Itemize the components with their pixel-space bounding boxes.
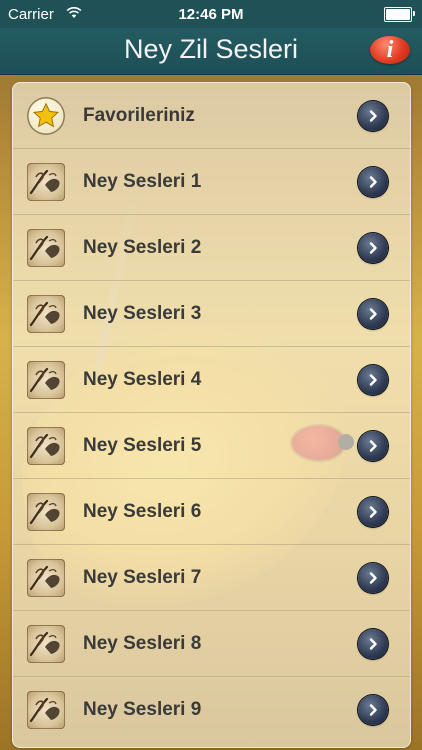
- list-item[interactable]: Ney Sesleri 1: [13, 149, 410, 215]
- list-item[interactable]: Ney Sesleri 9: [13, 677, 410, 742]
- chevron-right-icon[interactable]: [358, 629, 388, 659]
- status-time: 12:46 PM: [178, 6, 244, 23]
- chevron-right-icon[interactable]: [358, 497, 388, 527]
- chevron-right-icon[interactable]: [358, 365, 388, 395]
- list-item-label: Ney Sesleri 4: [83, 369, 202, 390]
- list-item-favorites[interactable]: Favorileriniz: [13, 83, 410, 149]
- ney-player-icon: [27, 691, 65, 729]
- chevron-right-icon[interactable]: [358, 299, 388, 329]
- list-item-label: Ney Sesleri 9: [83, 699, 202, 720]
- list-item-label: Ney Sesleri 2: [83, 237, 202, 258]
- navigation-bar: Ney Zil Sesleri i: [0, 28, 422, 75]
- ney-player-icon: [27, 229, 65, 267]
- star-icon: [27, 97, 65, 135]
- list-item-label: Ney Sesleri 1: [83, 171, 202, 192]
- chevron-right-icon[interactable]: [358, 695, 388, 725]
- list-item[interactable]: Ney Sesleri 3: [13, 281, 410, 347]
- list-item-label: Favorileriniz: [83, 105, 195, 126]
- sound-list: Favorileriniz Ney Sesleri 1 Ney Sesleri 2 N…: [12, 82, 411, 748]
- ney-player-icon: [27, 163, 65, 201]
- list-item[interactable]: Ney Sesleri 6: [13, 479, 410, 545]
- ney-player-icon: [27, 427, 65, 465]
- ney-player-icon: [27, 493, 65, 531]
- ney-player-icon: [27, 361, 65, 399]
- list-item[interactable]: Ney Sesleri 4: [13, 347, 410, 413]
- chevron-right-icon[interactable]: [358, 431, 388, 461]
- list-item[interactable]: Ney Sesleri 5: [13, 413, 410, 479]
- chevron-right-icon[interactable]: [358, 563, 388, 593]
- list-item-label: Ney Sesleri 5: [83, 435, 202, 456]
- list-item-label: Ney Sesleri 8: [83, 633, 202, 654]
- ney-player-icon: [27, 625, 65, 663]
- list-item-label: Ney Sesleri 6: [83, 501, 202, 522]
- info-button[interactable]: i: [370, 36, 410, 64]
- list-item-label: Ney Sesleri 7: [83, 567, 202, 588]
- chevron-right-icon[interactable]: [358, 233, 388, 263]
- ney-player-icon: [27, 559, 65, 597]
- list-item[interactable]: Ney Sesleri 7: [13, 545, 410, 611]
- status-bar: Carrier 12:46 PM: [0, 0, 422, 28]
- list-item-label: Ney Sesleri 3: [83, 303, 202, 324]
- battery-icon: [384, 7, 415, 22]
- list-item[interactable]: Ney Sesleri 8: [13, 611, 410, 677]
- ney-player-icon: [27, 295, 65, 333]
- chevron-right-icon[interactable]: [358, 167, 388, 197]
- chevron-right-icon[interactable]: [358, 101, 388, 131]
- list-item[interactable]: Ney Sesleri 2: [13, 215, 410, 281]
- page-title: Ney Zil Sesleri: [123, 34, 299, 64]
